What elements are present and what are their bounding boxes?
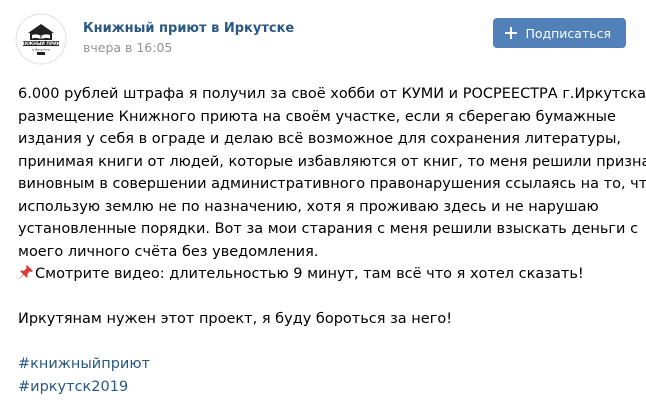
- post-header: КНИЖНЫЙ ПРИЮТ в Иркутске Книжный приют в…: [15, 13, 626, 65]
- subscribe-label: Подписаться: [525, 25, 611, 41]
- group-avatar[interactable]: КНИЖНЫЙ ПРИЮТ в Иркутске: [15, 13, 67, 65]
- post-text-line: принимая книги от людей, которые избавля…: [18, 153, 646, 170]
- post-text-line: виновным в совершении административного …: [18, 176, 646, 192]
- post-text: 6.000 рублей штрафа я получил за своё хо…: [18, 83, 646, 399]
- post-timestamp[interactable]: вчера в 16:05: [83, 40, 172, 55]
- post-text-line: моего личного счёта без уведомления.: [18, 243, 319, 260]
- hashtag-link[interactable]: #иркутск2019: [18, 376, 128, 399]
- book-shelter-logo-icon: КНИЖНЫЙ ПРИЮТ в Иркутске: [15, 13, 67, 65]
- video-note-text: Смотрите видео: длительностью 9 минут, т…: [35, 266, 584, 282]
- avatar-bottom-text: в Иркутске: [32, 48, 50, 52]
- post-text-line: использую землю не по назначению, хотя я…: [18, 198, 599, 215]
- group-name-link[interactable]: Книжный приют в Иркутске: [83, 21, 294, 36]
- video-note: Смотрите видео: длительностью 9 минут, т…: [18, 263, 630, 286]
- pushpin-icon: [19, 265, 33, 279]
- post-text-line: издания у себя в ограде и делаю всё возм…: [18, 131, 622, 147]
- hashtag-link[interactable]: #книжныйприют: [18, 353, 150, 376]
- post-text-line: установленные порядки. Вот за мои старан…: [18, 221, 639, 237]
- wall-post: КНИЖНЫЙ ПРИЮТ в Иркутске Книжный приют в…: [0, 0, 646, 403]
- plus-icon: [505, 27, 518, 39]
- post-text-line: 6.000 рублей штрафа я получил за своё хо…: [18, 86, 646, 102]
- post-text-line: размещение Книжного приюта на своём учас…: [18, 108, 616, 125]
- closing-text: Иркутянам нужен этот проект, я буду боро…: [18, 311, 453, 327]
- subscribe-button[interactable]: Подписаться: [493, 18, 626, 48]
